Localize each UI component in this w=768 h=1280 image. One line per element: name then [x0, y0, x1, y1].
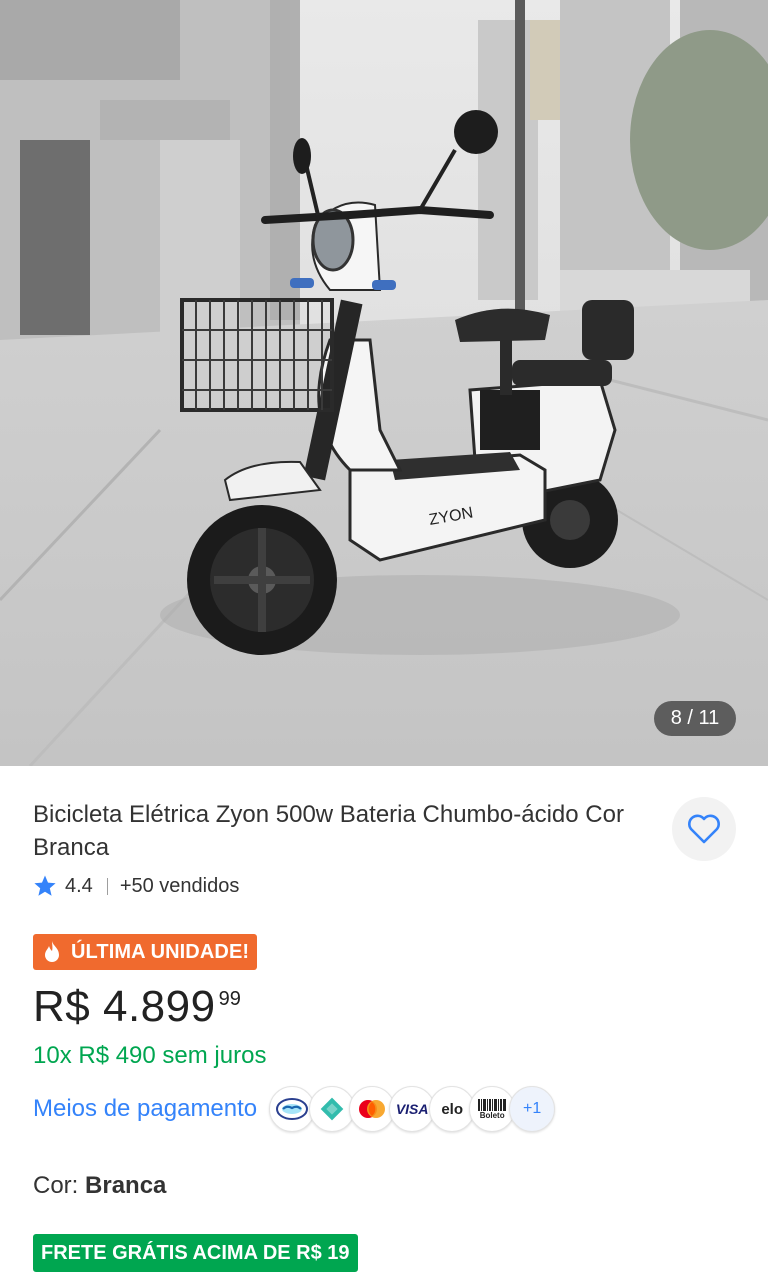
last-unit-badge: ÚLTIMA UNIDADE!	[33, 934, 258, 970]
product-photo: ZYON	[0, 0, 768, 766]
color-value: Branca	[85, 1172, 167, 1199]
more-payment-methods[interactable]: +1	[509, 1086, 556, 1132]
product-image-gallery[interactable]: ZYON 8 / 11	[0, 0, 768, 766]
product-title: Bicicleta Elétrica Zyon 500w Bateria Chu…	[33, 801, 624, 861]
visa-text: VISA	[395, 1101, 429, 1117]
barcode-icon	[478, 1098, 507, 1111]
badge-label: ÚLTIMA UNIDADE!	[71, 940, 250, 963]
payment-methods-row[interactable]: Meios de pagamento VISA elo Boleto +1	[33, 1086, 556, 1132]
installments-info: 10x R$ 490 sem juros	[33, 1042, 267, 1069]
sold-count: +50 vendidos	[119, 874, 240, 897]
flame-icon	[45, 941, 59, 962]
rating-row[interactable]: 4.4 +50 vendidos	[33, 872, 239, 900]
elo-text: elo	[441, 1100, 463, 1118]
price: R$ 4.899 99	[33, 980, 241, 1034]
price-cents: 99	[218, 988, 241, 1010]
star-icon	[34, 875, 56, 896]
payment-icons: VISA elo Boleto +1	[269, 1086, 556, 1132]
price-main: R$ 4.899	[33, 982, 216, 1031]
color-selection[interactable]: Cor: Branca	[33, 1170, 166, 1202]
free-shipping-badge: FRETE GRÁTIS ACIMA DE R$ 19	[33, 1234, 358, 1272]
rating-separator	[106, 877, 108, 895]
color-label: Cor:	[33, 1172, 86, 1199]
boleto-text: Boleto	[479, 1110, 505, 1120]
image-counter: 8 / 11	[654, 701, 736, 736]
rating-score: 4.4	[65, 874, 93, 897]
heart-icon	[688, 814, 720, 844]
favorite-button[interactable]	[672, 797, 736, 861]
payment-methods-link[interactable]: Meios de pagamento	[33, 1095, 257, 1123]
